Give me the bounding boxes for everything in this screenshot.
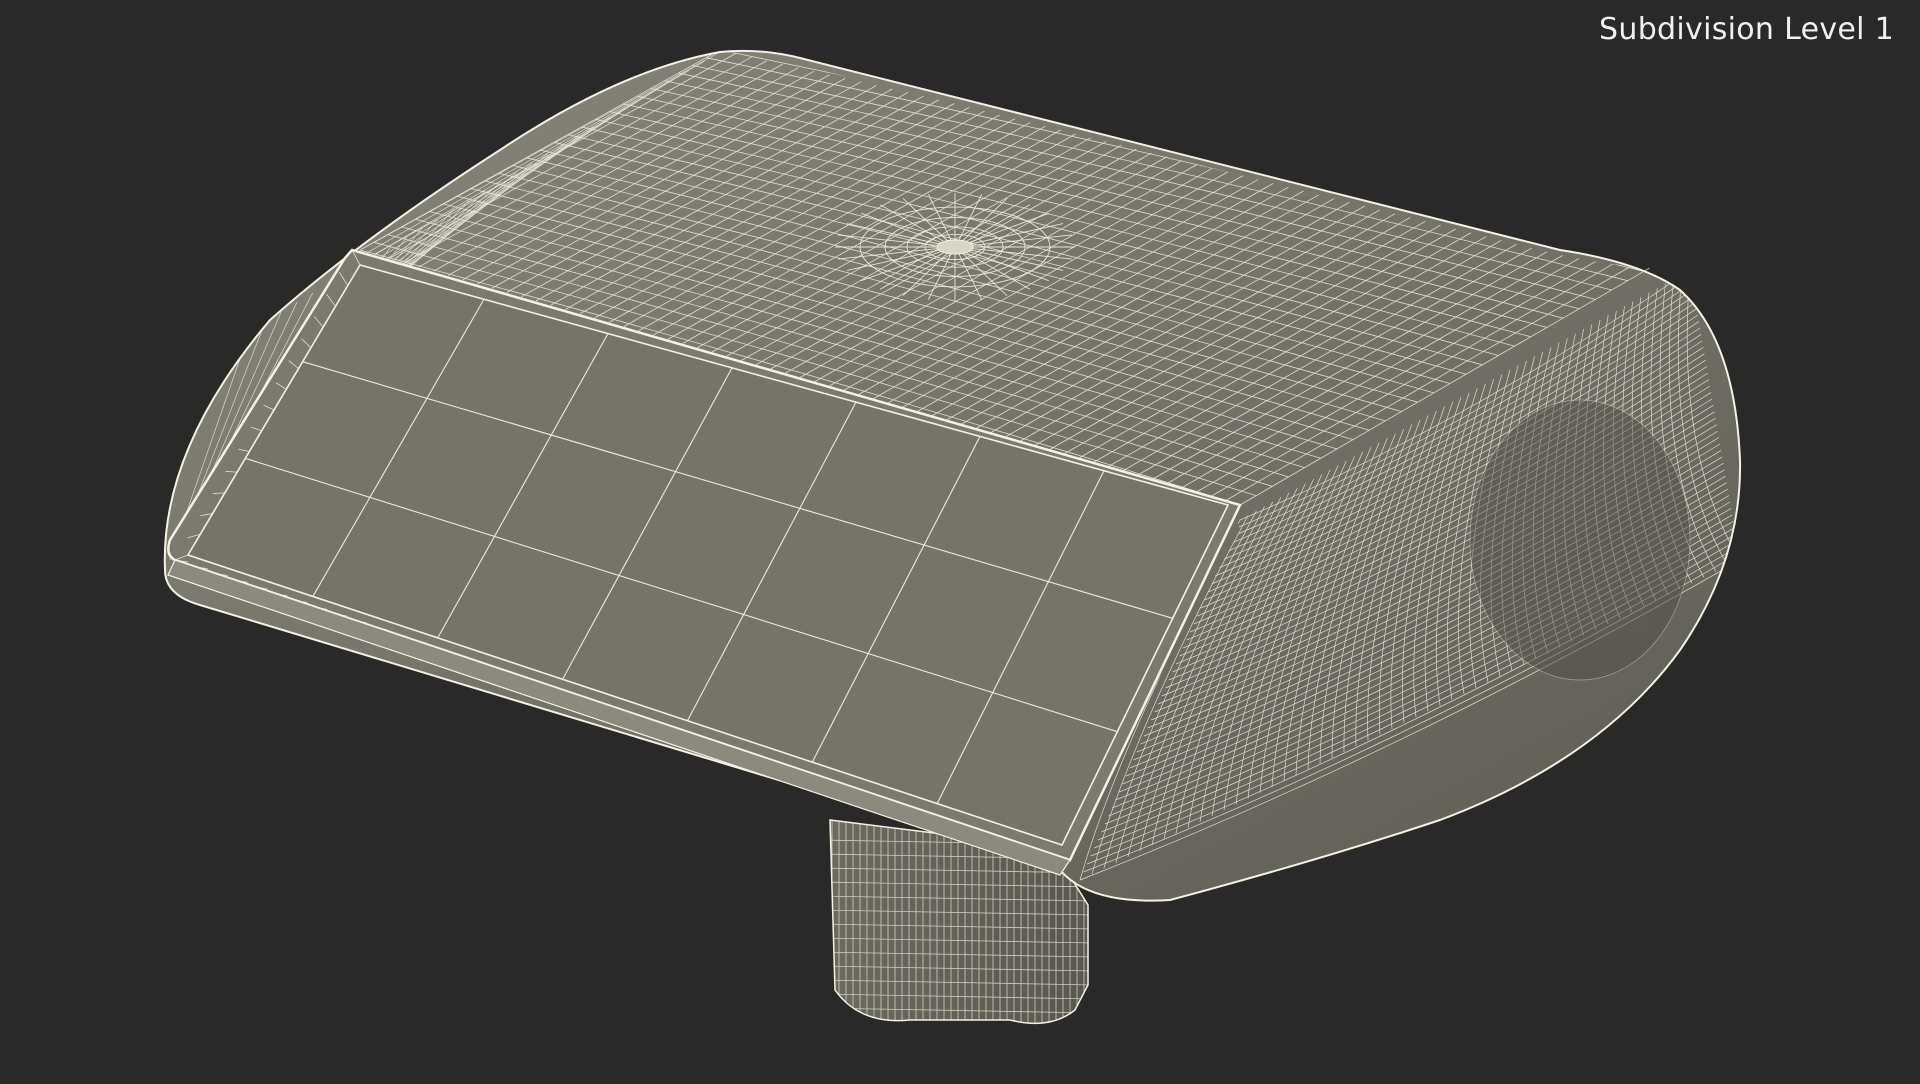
lobe-cavity [1470,400,1690,680]
subdivision-level-label: Subdivision Level 1 [1599,12,1894,47]
wireframe-render [0,0,1920,1080]
stem-mesh-line [820,1022,1095,1027]
render-viewport: Subdivision Level 1 [0,0,1920,1080]
